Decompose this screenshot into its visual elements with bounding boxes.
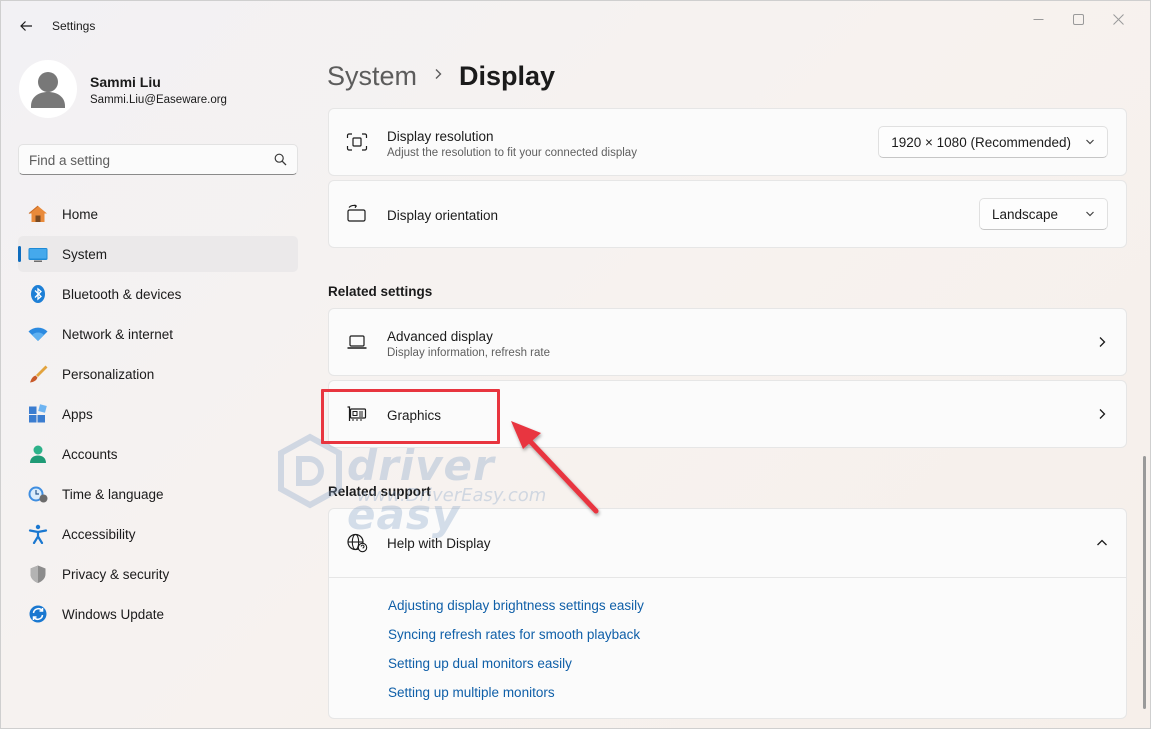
annotation-arrow-icon — [511, 421, 599, 514]
settings-window: Settings Sammi Liu Sammi.Liu@Easeware.or… — [0, 0, 1151, 729]
